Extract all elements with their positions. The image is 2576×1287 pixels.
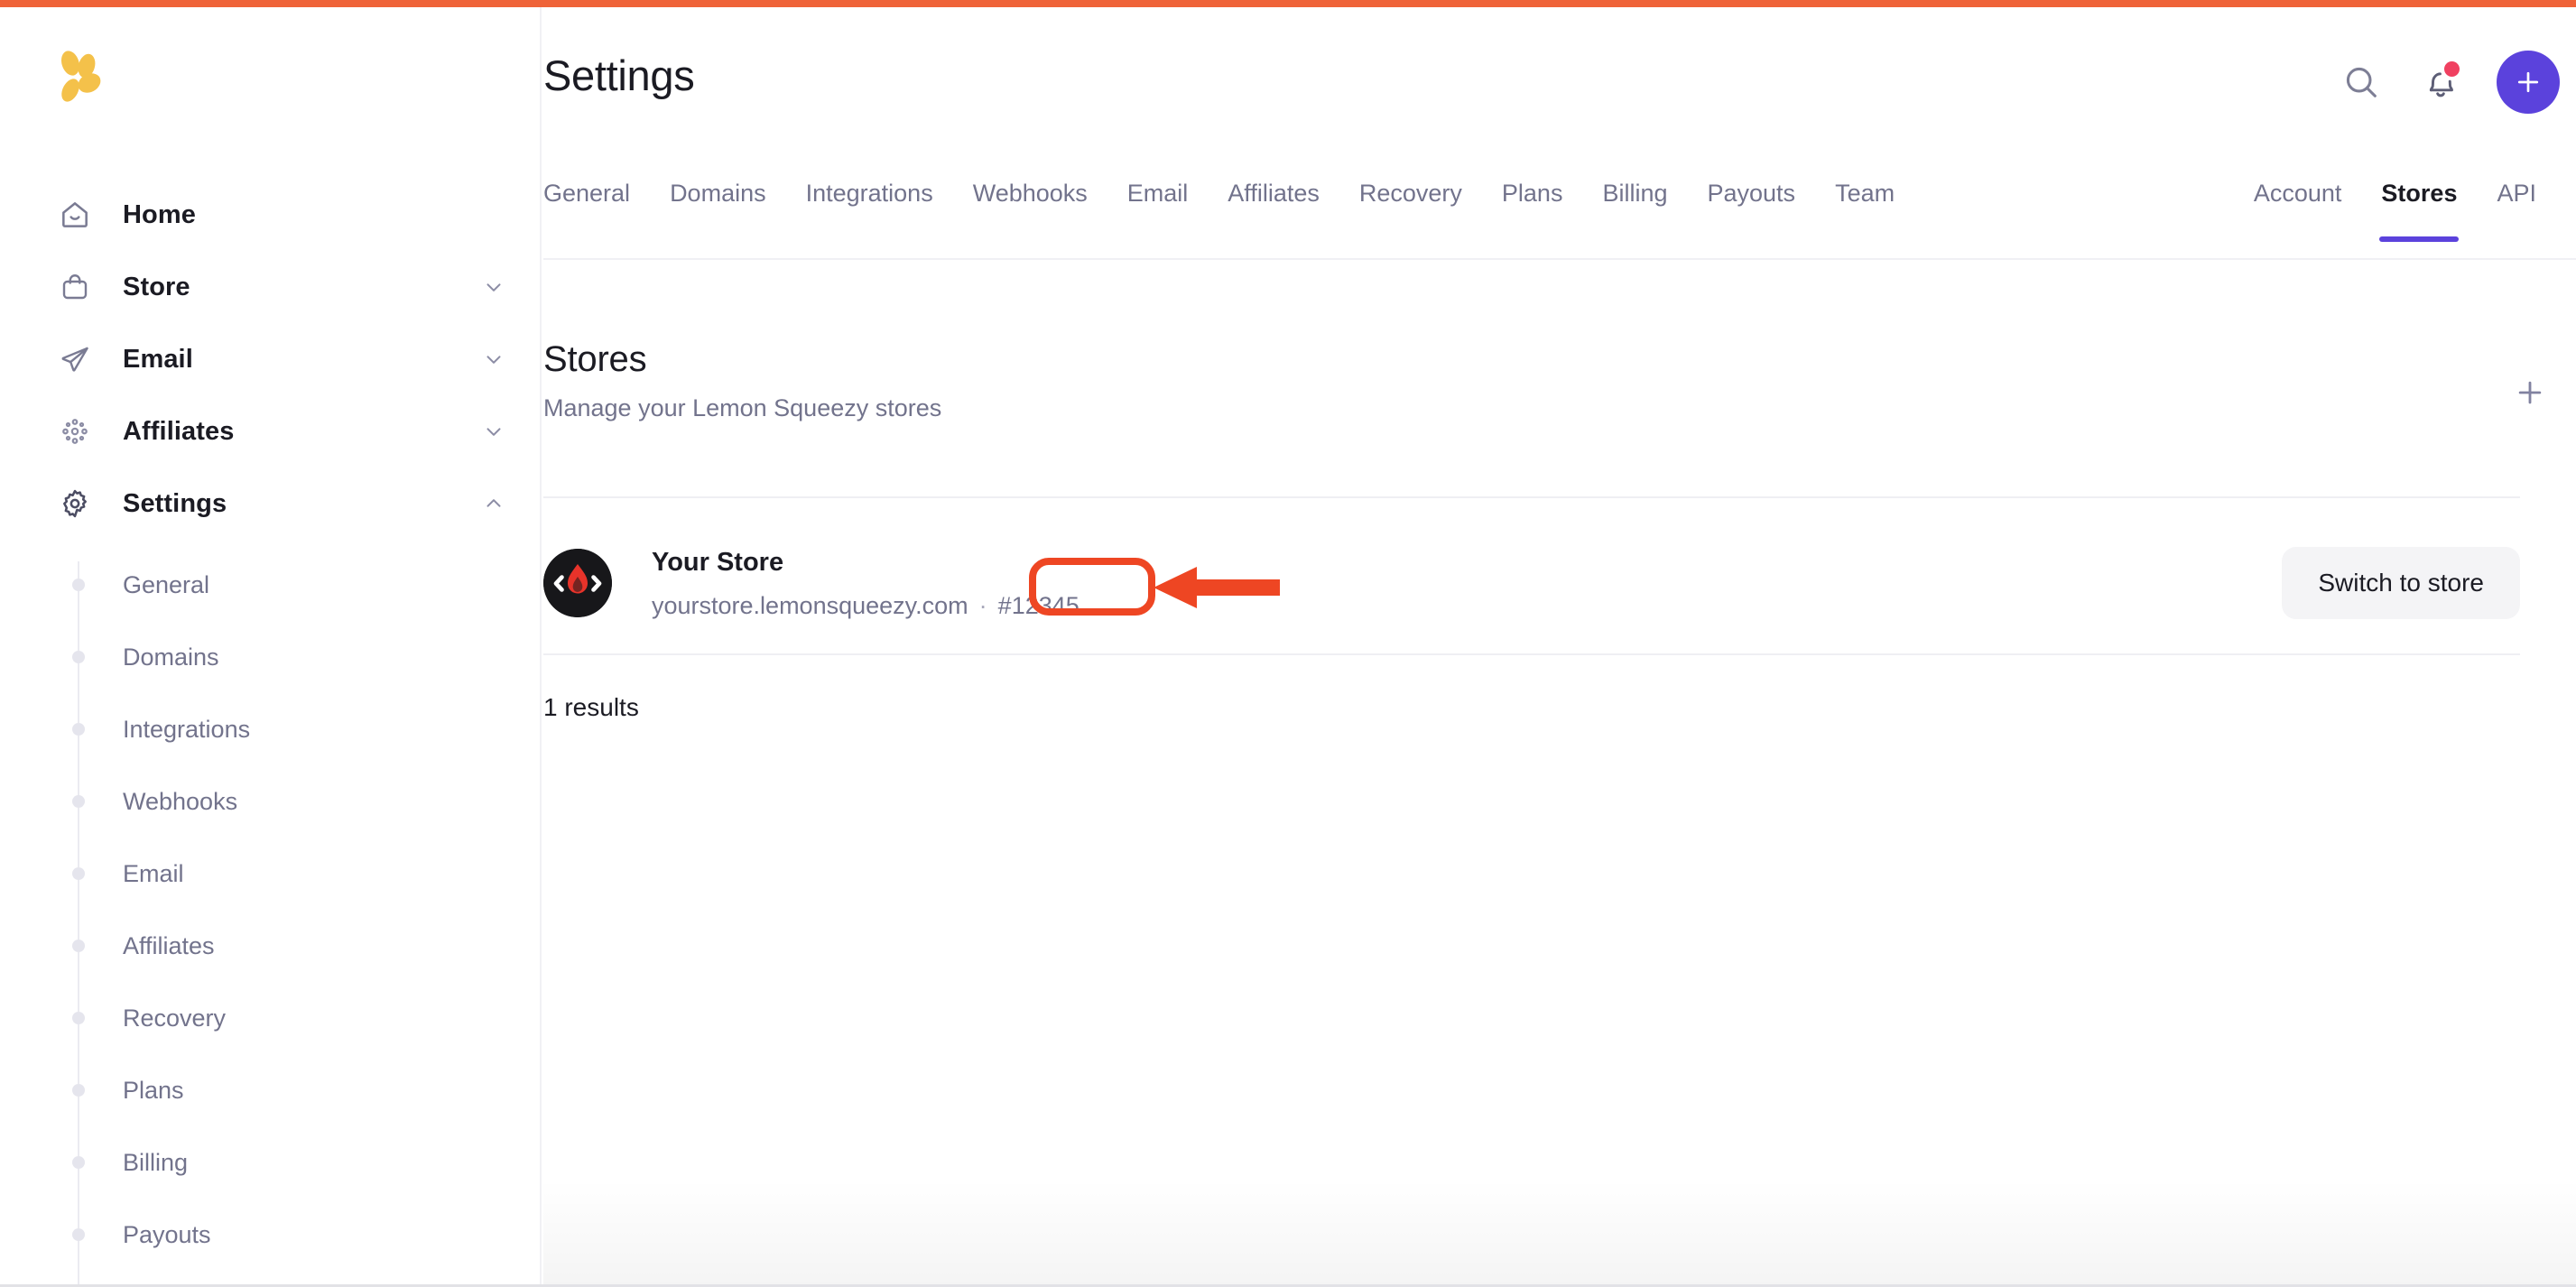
bullet-icon: [72, 723, 85, 736]
tab-plans[interactable]: Plans: [1482, 179, 1583, 240]
sidebar-item-store[interactable]: Store: [0, 251, 542, 323]
store-url: yourstore.lemonsqueezy.com: [652, 592, 968, 619]
settings-tabs-left: General Domains Integrations Webhooks Em…: [543, 179, 1914, 240]
settings-tabs: General Domains Integrations Webhooks Em…: [543, 179, 2576, 260]
notification-badge: [2444, 61, 2460, 77]
sidebar-item-label: Settings: [123, 488, 227, 518]
sidebar-subitem-webhooks[interactable]: Webhooks: [0, 765, 542, 838]
sidebar-subitem-label: Plans: [123, 1076, 184, 1104]
sidebar-subitem-plans[interactable]: Plans: [0, 1054, 542, 1126]
notifications-bell-icon[interactable]: [2417, 59, 2464, 106]
sidebar-subitem-label: Webhooks: [123, 787, 238, 815]
sidebar: Home Store Email Affiliates Settings Gen…: [0, 7, 542, 1287]
network-icon: [56, 412, 94, 450]
paper-plane-icon: [56, 340, 94, 378]
list-bottom-divider: [543, 653, 2520, 655]
settings-subnav: General Domains Integrations Webhooks Em…: [0, 549, 542, 1287]
sidebar-subitem-label: Domains: [123, 643, 219, 671]
bullet-icon: [72, 579, 85, 591]
main-content: Settings General Domains Integrations We…: [543, 7, 2576, 1287]
tab-billing[interactable]: Billing: [1582, 179, 1687, 240]
sidebar-item-label: Home: [123, 199, 196, 229]
list-top-divider: [543, 496, 2520, 498]
search-icon[interactable]: [2338, 59, 2385, 106]
store-avatar: [543, 549, 612, 617]
sidebar-subitem-domains[interactable]: Domains: [0, 621, 542, 693]
sidebar-subitem-integrations[interactable]: Integrations: [0, 693, 542, 765]
page-header: Settings: [543, 7, 2576, 179]
sidebar-subitem-label: Recovery: [123, 1004, 227, 1032]
chevron-down-icon[interactable]: [482, 420, 505, 443]
results-count: 1 results: [543, 693, 639, 721]
table-row[interactable]: Your Store yourstore.lemonsqueezy.com · …: [543, 513, 2520, 653]
sidebar-subitem-payouts[interactable]: Payouts: [0, 1199, 542, 1271]
header-actions: [2338, 51, 2560, 114]
tab-integrations[interactable]: Integrations: [786, 179, 953, 240]
sidebar-item-affiliates[interactable]: Affiliates: [0, 395, 542, 468]
bullet-icon: [72, 1156, 85, 1169]
store-meta: yourstore.lemonsqueezy.com · #12345: [652, 590, 1080, 621]
bullet-icon: [72, 1012, 85, 1024]
store-id: #12345: [997, 592, 1080, 619]
tab-stores[interactable]: Stores: [2361, 179, 2477, 242]
tab-affiliates[interactable]: Affiliates: [1208, 179, 1339, 240]
bullet-icon: [72, 867, 85, 880]
store-meta-separator: ·: [978, 592, 987, 619]
stores-section-titles: Stores Manage your Lemon Squeezy stores: [543, 339, 941, 422]
tab-general[interactable]: General: [543, 179, 650, 240]
top-accent-bar: [0, 0, 2576, 7]
tab-domains[interactable]: Domains: [650, 179, 786, 240]
sidebar-subitem-label: General: [123, 570, 210, 598]
bullet-icon: [72, 1084, 85, 1097]
stores-section-header: Stores Manage your Lemon Squeezy stores: [543, 339, 2576, 422]
store-info: Your Store yourstore.lemonsqueezy.com · …: [652, 545, 1080, 621]
bag-icon: [56, 268, 94, 306]
tab-webhooks[interactable]: Webhooks: [953, 179, 1107, 240]
tab-account[interactable]: Account: [2254, 179, 2362, 240]
settings-tabs-right: Account Stores API: [2254, 179, 2576, 242]
switch-to-store-button[interactable]: Switch to store: [2282, 547, 2520, 619]
primary-navigation: Home Store Email Affiliates Settings Gen…: [0, 179, 542, 1287]
gear-icon: [56, 485, 94, 523]
sidebar-item-settings[interactable]: Settings: [0, 468, 542, 540]
add-store-button[interactable]: [2506, 368, 2554, 417]
sidebar-item-label: Store: [123, 272, 190, 301]
sidebar-subitem-email[interactable]: Email: [0, 838, 542, 910]
sidebar-subitem-general[interactable]: General: [0, 549, 542, 621]
sidebar-subitem-label: Affiliates: [123, 931, 215, 959]
sidebar-subitem-billing[interactable]: Billing: [0, 1126, 542, 1199]
chevron-down-icon[interactable]: [482, 275, 505, 299]
store-name: Your Store: [652, 548, 784, 577]
sidebar-item-label: Email: [123, 344, 193, 374]
sidebar-subitem-label: Integrations: [123, 715, 251, 743]
sidebar-item-label: Affiliates: [123, 416, 235, 446]
home-icon: [56, 196, 94, 234]
sidebar-item-home[interactable]: Home: [0, 179, 542, 251]
bullet-icon: [72, 795, 85, 808]
app-root: Home Store Email Affiliates Settings Gen…: [0, 0, 2576, 1287]
section-title: Stores: [543, 339, 647, 379]
bullet-icon: [72, 1228, 85, 1241]
page-title: Settings: [543, 51, 695, 99]
chevron-down-icon[interactable]: [482, 347, 505, 371]
chevron-up-icon[interactable]: [482, 492, 505, 515]
tab-team[interactable]: Team: [1815, 179, 1914, 240]
sidebar-subitem-label: Email: [123, 859, 184, 887]
tab-api[interactable]: API: [2477, 179, 2556, 240]
tab-payouts[interactable]: Payouts: [1688, 179, 1816, 240]
sidebar-subitem-affiliates[interactable]: Affiliates: [0, 910, 542, 982]
sidebar-subitem-recovery[interactable]: Recovery: [0, 982, 542, 1054]
tab-recovery[interactable]: Recovery: [1339, 179, 1482, 240]
sidebar-subitem-label: Billing: [123, 1148, 189, 1176]
tab-email[interactable]: Email: [1107, 179, 1209, 240]
bullet-icon: [72, 651, 85, 663]
sidebar-subitem-label: Payouts: [123, 1220, 211, 1248]
lemon-squeezy-logo[interactable]: [52, 51, 116, 106]
sidebar-item-email[interactable]: Email: [0, 323, 542, 395]
create-new-button[interactable]: [2497, 51, 2560, 114]
section-subtitle: Manage your Lemon Squeezy stores: [543, 394, 942, 421]
bullet-icon: [72, 940, 85, 952]
